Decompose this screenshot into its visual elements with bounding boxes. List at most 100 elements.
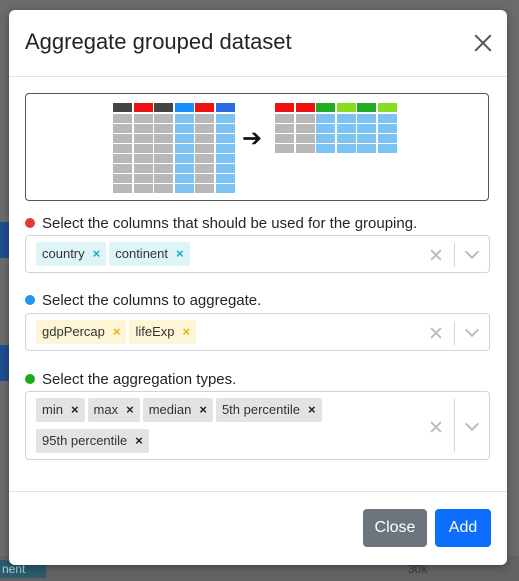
grid-body-cell (357, 114, 376, 123)
grid-body-cell (275, 144, 294, 153)
grid-body-cell (336, 144, 356, 153)
grid-body-cell (113, 114, 132, 123)
aggregate-columns-select[interactable]: gdpPercap × lifeExp × (25, 313, 490, 351)
grid-header-cell (336, 103, 356, 112)
grid-header-cell (316, 103, 335, 112)
grid-header-cell (377, 103, 397, 112)
grid-body-cell (174, 154, 194, 163)
grid-body-cell (133, 184, 153, 193)
chip-label: continent (115, 246, 168, 261)
remove-chip-icon[interactable]: × (113, 324, 121, 339)
grid-body-cell (275, 114, 294, 123)
selected-chip: 95th percentile × (36, 429, 149, 453)
grid-body-cell (195, 134, 214, 143)
aggregation-types-select[interactable]: min × max × median × 5th percentile ×95th perce… (25, 391, 490, 460)
grid-body-cell (174, 134, 194, 143)
grid-body-cell (195, 154, 214, 163)
grid-body-cell (275, 134, 294, 143)
remove-chip-icon[interactable]: × (135, 433, 143, 448)
grid-header-cell (113, 103, 132, 112)
types-label: Select the aggregation types. (25, 371, 236, 388)
remove-chip-icon[interactable]: × (126, 402, 134, 417)
red-dot-icon (25, 218, 35, 228)
grouping-chips: country × continent × (36, 242, 417, 273)
grid-body-cell (316, 124, 335, 133)
remove-chip-icon[interactable]: × (183, 324, 191, 339)
separator (454, 243, 455, 267)
grid-body-cell (174, 124, 194, 133)
blue-dot-icon (25, 295, 35, 305)
grid-header-cell (195, 103, 214, 112)
clear-grouping-icon[interactable] (430, 249, 442, 261)
types-label-text: Select the aggregation types. (42, 371, 237, 388)
grid-body-cell (215, 144, 235, 153)
grid-body-cell (133, 164, 153, 173)
selected-chip: median × (142, 398, 213, 422)
grid-body-cell (154, 164, 173, 173)
chevron-down-icon[interactable] (464, 244, 480, 260)
chip-label: min (42, 402, 63, 417)
grid-body-cell (377, 114, 397, 123)
grid-body-cell (215, 124, 235, 133)
aggregate-chips: gdpPercap × lifeExp × (36, 320, 417, 351)
grid-body-cell (113, 134, 132, 143)
chip-label: 5th percentile (221, 402, 300, 417)
remove-chip-icon[interactable]: × (199, 402, 207, 417)
grid-header-cell (357, 103, 376, 112)
chip-label: gdpPercap (42, 324, 105, 339)
grid-body-cell (295, 134, 315, 143)
grid-body-cell (113, 144, 132, 153)
chevron-down-icon[interactable] (464, 416, 480, 432)
remove-chip-icon[interactable]: × (176, 246, 184, 261)
separator (454, 321, 455, 345)
grid-header-cell (154, 103, 173, 112)
grid-header-cell (215, 103, 235, 112)
grid-body-cell (195, 114, 214, 123)
grid-body-cell (154, 114, 173, 123)
modal-title: Aggregate grouped dataset (25, 29, 292, 54)
grid-header-cell (174, 103, 194, 112)
grid-body-cell (195, 144, 214, 153)
grid-body-cell (377, 134, 397, 143)
grid-body-cell (295, 124, 315, 133)
grid-body-cell (154, 174, 173, 183)
grid-body-cell (154, 184, 173, 193)
grid-body-cell (133, 174, 153, 183)
aggregation-illustration: ➔ (25, 93, 489, 201)
chip-label: country (42, 246, 85, 261)
add-button[interactable]: Add (435, 509, 491, 547)
chevron-down-icon[interactable] (464, 322, 480, 338)
grid-body-cell (377, 124, 397, 133)
selected-chip: min × (36, 398, 85, 422)
grid-body-cell (133, 124, 153, 133)
close-button[interactable]: Close (363, 509, 427, 547)
grid-body-cell (174, 144, 194, 153)
aggregate-dialog: Aggregate grouped dataset ➔ Select the c… (9, 10, 507, 565)
grid-body-cell (336, 114, 356, 123)
grid-body-cell (357, 134, 376, 143)
grid-body-cell (377, 144, 397, 153)
grid-body-cell (154, 134, 173, 143)
grid-body-cell (133, 114, 153, 123)
selected-chip: lifeExp × (129, 320, 197, 344)
grid-body-cell (154, 144, 173, 153)
chip-label: median (148, 402, 192, 417)
grid-body-cell (195, 164, 214, 173)
grid-body-cell (295, 114, 315, 123)
grouping-columns-select[interactable]: country × continent × (25, 235, 490, 273)
close-icon[interactable] (472, 32, 494, 54)
grid-body-cell (133, 154, 153, 163)
green-dot-icon (25, 374, 35, 384)
modal-footer: Close Add (9, 491, 507, 565)
grid-body-cell (195, 174, 214, 183)
grid-body-cell (174, 164, 194, 173)
grid-body-cell (357, 144, 376, 153)
remove-chip-icon[interactable]: × (71, 402, 79, 417)
remove-chip-icon[interactable]: × (93, 246, 101, 261)
clear-types-icon[interactable] (430, 421, 442, 433)
clear-aggregate-icon[interactable] (430, 327, 442, 339)
grid-body-cell (154, 154, 173, 163)
aggregate-label-text: Select the columns to aggregate. (42, 292, 262, 309)
remove-chip-icon[interactable]: × (308, 402, 316, 417)
selected-chip: continent × (109, 242, 190, 266)
